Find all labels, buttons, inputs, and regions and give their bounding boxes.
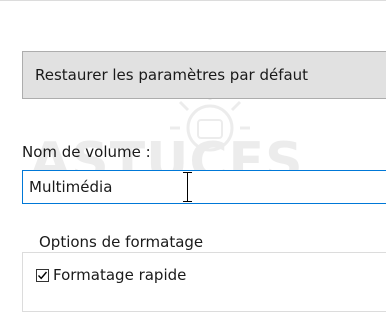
volume-name-label: Nom de volume : <box>22 143 151 161</box>
format-options-title: Options de formatage <box>36 233 207 251</box>
quick-format-option[interactable]: Formatage rapide <box>36 265 186 285</box>
top-divider <box>0 0 386 1</box>
volume-name-input[interactable]: Multimédia <box>22 170 386 204</box>
quick-format-checkbox[interactable] <box>36 268 49 282</box>
checkmark-icon <box>37 271 48 279</box>
format-dialog-panel: ASTUCES Restaurer les paramètres par déf… <box>0 0 386 312</box>
quick-format-label: Formatage rapide <box>53 266 187 284</box>
text-cursor-icon <box>182 172 194 202</box>
restore-defaults-button[interactable]: Restaurer les paramètres par défaut <box>22 51 386 99</box>
